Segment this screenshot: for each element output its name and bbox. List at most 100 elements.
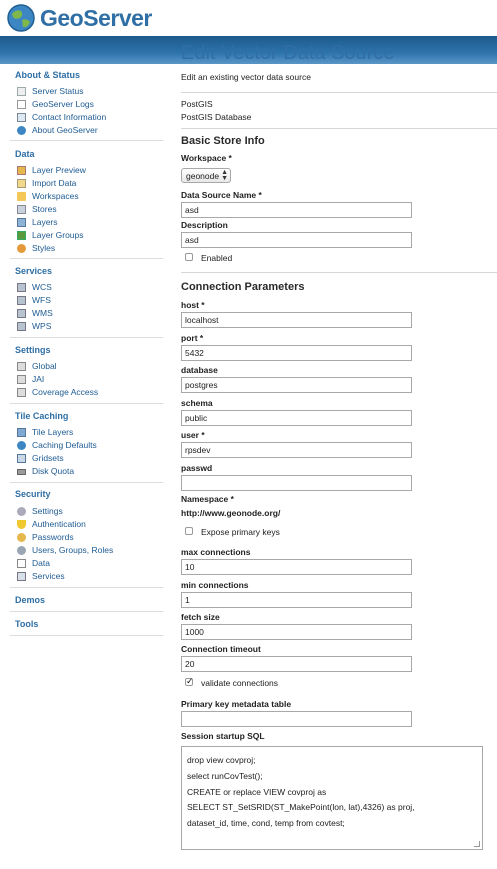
- sidebar-divider: [10, 611, 163, 612]
- namespace-value: http://www.geonode.org/: [181, 508, 281, 518]
- sql-line: SELECT ST_SetSRID(ST_MakePoint(lon, lat)…: [187, 802, 415, 813]
- sidebar-item-layer-groups[interactable]: Layer Groups: [0, 229, 84, 242]
- sidebar-item-wfs[interactable]: WFS: [0, 294, 51, 307]
- sidebar-group-data: Data: [15, 149, 35, 159]
- sidebar-item-stores[interactable]: Stores: [0, 203, 57, 216]
- description-input[interactable]: asd: [181, 232, 412, 248]
- global-icon: [17, 362, 26, 371]
- sidebar-group-tools[interactable]: Tools: [0, 619, 38, 629]
- divider: [181, 272, 497, 273]
- max-connections-input[interactable]: 10: [181, 559, 412, 575]
- enabled-label: Enabled: [201, 253, 233, 263]
- sidebar-item-jai[interactable]: JAI: [0, 373, 44, 386]
- primary-key-metadata-table-label: Primary key metadata table: [181, 699, 292, 709]
- caching-icon: [17, 441, 26, 450]
- host-input[interactable]: localhost: [181, 312, 412, 328]
- sidebar-item-styles[interactable]: Styles: [0, 242, 55, 255]
- data-source-name-input[interactable]: asd: [181, 202, 412, 218]
- sidebar-item-contact-information[interactable]: Contact Information: [0, 111, 106, 124]
- sidebar-item-about-geoserver[interactable]: About GeoServer: [0, 124, 98, 137]
- expose-primary-keys-checkbox[interactable]: [185, 527, 193, 535]
- tile-layers-icon: [17, 428, 26, 437]
- sidebar-item-layer-preview[interactable]: Layer Preview: [0, 164, 86, 177]
- page-title: Edit Vector Data Source: [181, 42, 395, 64]
- sidebar-divider: [10, 482, 163, 483]
- app-logo-text[interactable]: GeoServer: [40, 5, 152, 32]
- sidebar-item-disk-quota[interactable]: Disk Quota: [0, 465, 74, 478]
- sidebar-nav: About & Status Server Status GeoServer L…: [0, 64, 163, 869]
- sidebar-item-coverage-access[interactable]: Coverage Access: [0, 386, 98, 399]
- key-icon: [17, 533, 26, 542]
- sidebar-item-workspaces[interactable]: Workspaces: [0, 190, 79, 203]
- basic-store-info-heading: Basic Store Info: [181, 135, 265, 147]
- fetch-size-input[interactable]: 1000: [181, 624, 412, 640]
- sidebar-item-security-settings[interactable]: Settings: [0, 505, 63, 518]
- sql-line: CREATE or replace VIEW covproj as: [187, 786, 327, 797]
- schema-label: schema: [181, 398, 213, 408]
- primary-key-metadata-table-input[interactable]: [181, 711, 412, 727]
- page-description: Edit an existing vector data source: [181, 72, 311, 82]
- sql-line: drop view covproj;: [187, 755, 256, 765]
- sidebar-group-tile-caching: Tile Caching: [15, 411, 69, 421]
- divider: [181, 92, 497, 93]
- data-source-name-label: Data Source Name *: [181, 190, 262, 200]
- min-connections-label: min connections: [181, 580, 249, 590]
- max-connections-label: max connections: [181, 547, 251, 557]
- sidebar-group-about-status: About & Status: [15, 70, 80, 80]
- sidebar-group-settings: Settings: [15, 345, 51, 355]
- sidebar-item-security-services[interactable]: Services: [0, 570, 65, 583]
- sidebar-item-wcs[interactable]: WCS: [0, 281, 52, 294]
- divider: [181, 128, 497, 129]
- sidebar-item-server-status[interactable]: Server Status: [0, 85, 84, 98]
- sidebar-item-wps[interactable]: WPS: [0, 320, 51, 333]
- connection-parameters-heading: Connection Parameters: [181, 281, 305, 293]
- user-input[interactable]: rpsdev: [181, 442, 412, 458]
- contact-icon: [17, 113, 26, 122]
- stores-icon: [17, 205, 26, 214]
- wms-icon: [17, 309, 26, 318]
- sidebar-item-users-groups-roles[interactable]: Users, Groups, Roles: [0, 544, 113, 557]
- services-icon: [17, 572, 26, 581]
- sidebar-item-gridsets[interactable]: Gridsets: [0, 452, 64, 465]
- validate-connections-checkbox[interactable]: [185, 676, 194, 687]
- workspace-select[interactable]: geonode ▲ ▼: [181, 168, 231, 183]
- sidebar-item-wms[interactable]: WMS: [0, 307, 53, 320]
- port-label: port *: [181, 333, 204, 343]
- store-type-description: PostGIS Database: [181, 112, 252, 122]
- sidebar-item-security-data[interactable]: Data: [0, 557, 50, 570]
- min-connections-input[interactable]: 1: [181, 592, 412, 608]
- sidebar-item-caching-defaults[interactable]: Caching Defaults: [0, 439, 97, 452]
- wcs-icon: [17, 283, 26, 292]
- sidebar-divider: [10, 258, 163, 259]
- wps-icon: [17, 322, 26, 331]
- database-input[interactable]: postgres: [181, 377, 412, 393]
- session-startup-sql-textarea[interactable]: drop view covproj; select runCovTest(); …: [181, 746, 483, 850]
- import-icon: [17, 179, 26, 188]
- connection-timeout-input[interactable]: 20: [181, 656, 412, 672]
- resize-handle-icon[interactable]: [474, 841, 480, 847]
- schema-input[interactable]: public: [181, 410, 412, 426]
- main-content: Edit Vector Data Source Edit an existing…: [163, 36, 497, 869]
- wfs-icon: [17, 296, 26, 305]
- passwd-label: passwd: [181, 463, 213, 473]
- sidebar-item-global[interactable]: Global: [0, 360, 57, 373]
- gridsets-icon: [17, 454, 26, 463]
- sidebar-divider: [10, 140, 163, 141]
- geoserver-logo-icon[interactable]: [6, 3, 36, 33]
- sidebar-item-layers[interactable]: Layers: [0, 216, 58, 229]
- sidebar-item-import-data[interactable]: Import Data: [0, 177, 76, 190]
- sidebar-group-demos[interactable]: Demos: [0, 595, 45, 605]
- sidebar-item-authentication[interactable]: Authentication: [0, 518, 86, 531]
- port-input[interactable]: 5432: [181, 345, 412, 361]
- enabled-checkbox[interactable]: [185, 253, 193, 261]
- sidebar-item-geoserver-logs[interactable]: GeoServer Logs: [0, 98, 94, 111]
- sidebar-group-services: Services: [15, 266, 53, 276]
- jai-icon: [17, 375, 26, 384]
- passwd-input[interactable]: [181, 475, 412, 491]
- description-label: Description: [181, 220, 228, 230]
- sidebar-group-security: Security: [15, 489, 51, 499]
- sidebar-item-tile-layers[interactable]: Tile Layers: [0, 426, 73, 439]
- sidebar-item-passwords[interactable]: Passwords: [0, 531, 74, 544]
- validate-connections-label: validate connections: [201, 678, 279, 688]
- connection-timeout-label: Connection timeout: [181, 644, 261, 654]
